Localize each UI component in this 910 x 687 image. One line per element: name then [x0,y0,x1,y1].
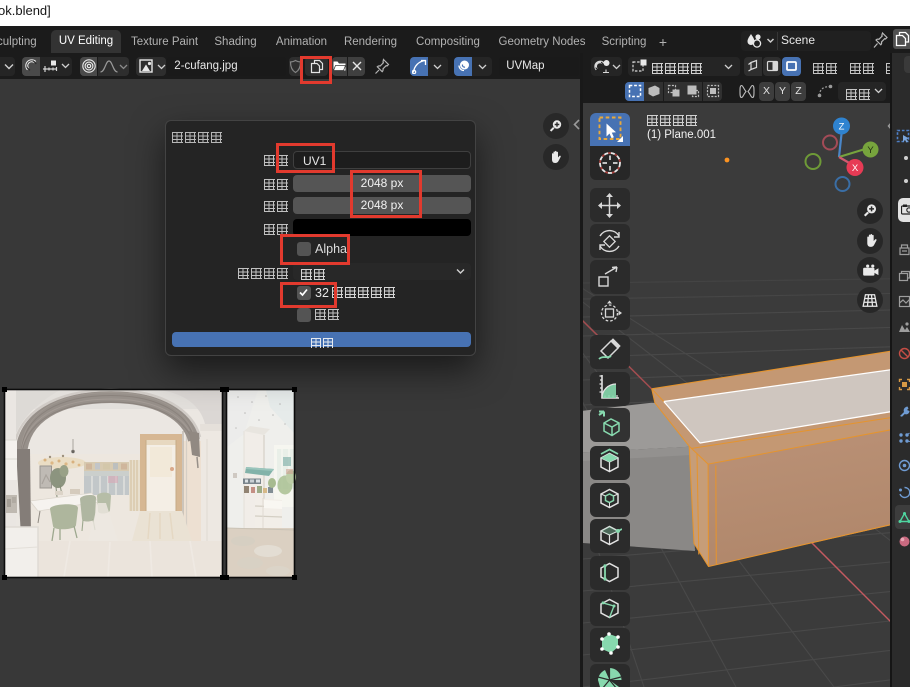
svg-text:Y: Y [867,145,874,156]
svg-text:X: X [852,163,859,174]
svg-text:Z: Z [839,122,845,133]
